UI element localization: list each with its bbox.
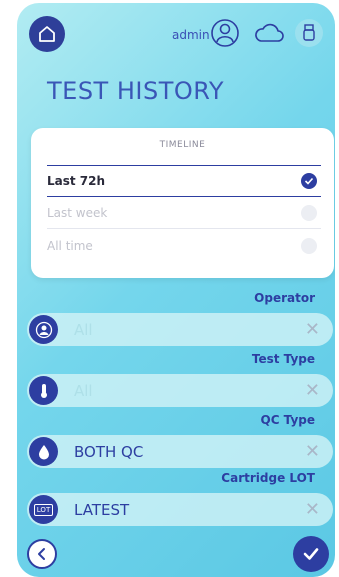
test-type-field[interactable]: All ✕ [27,374,333,407]
page-title: TEST HISTORY [47,77,225,105]
timeline-option-last-week[interactable]: Last week [47,198,321,229]
radio-icon [301,205,317,221]
qc-type-value: BOTH QC [74,443,144,461]
user-icon [29,315,58,344]
top-bar: admin [17,3,335,65]
chevron-left-icon [38,548,45,560]
lot-icon: LOT [29,495,58,524]
test-type-value: All [74,382,93,400]
timeline-card: TIMELINE Last 72h Last week All time [31,128,334,278]
home-icon [39,26,55,42]
cartridge-lot-label: Cartridge LOT [221,471,315,485]
thermometer-icon [29,376,58,405]
clear-qc-type-icon[interactable]: ✕ [305,441,320,462]
check-icon [301,173,317,189]
radio-icon [301,238,317,254]
timeline-option-label: All time [47,239,93,253]
qc-type-field[interactable]: BOTH QC ✕ [27,435,333,468]
timeline-title: TIMELINE [159,140,206,150]
user-profile-button[interactable] [209,17,241,49]
cloud-icon [255,23,284,42]
operator-value: All [74,321,93,339]
usb-icon [295,19,323,47]
home-button[interactable] [29,16,65,52]
qc-type-label: QC Type [260,413,316,427]
lot-icon-text: LOT [33,503,54,516]
cartridge-lot-value: LATEST [74,501,130,519]
user-name: admin [172,28,210,42]
cloud-button[interactable] [253,17,285,49]
clear-cartridge-lot-icon[interactable]: ✕ [305,499,320,520]
app-screen: admin TEST HISTORY TIMELINE Last 72h Las… [17,3,335,577]
timeline-option-last-72h[interactable]: Last 72h [47,165,321,197]
confirm-button[interactable] [293,536,329,572]
operator-label: Operator [254,291,315,305]
test-type-label: Test Type [251,352,315,366]
usb-button[interactable] [293,17,325,49]
back-button[interactable] [27,539,57,569]
check-icon [303,548,319,560]
clear-test-type-icon[interactable]: ✕ [305,380,320,401]
cartridge-lot-field[interactable]: LOT LATEST ✕ [27,493,333,526]
timeline-option-label: Last 72h [47,174,106,188]
operator-field[interactable]: All ✕ [27,313,333,346]
timeline-option-all-time[interactable]: All time [47,231,321,261]
clear-operator-icon[interactable]: ✕ [305,319,320,340]
timeline-option-label: Last week [47,206,108,220]
drop-icon [29,437,58,466]
user-avatar-icon [211,19,239,47]
